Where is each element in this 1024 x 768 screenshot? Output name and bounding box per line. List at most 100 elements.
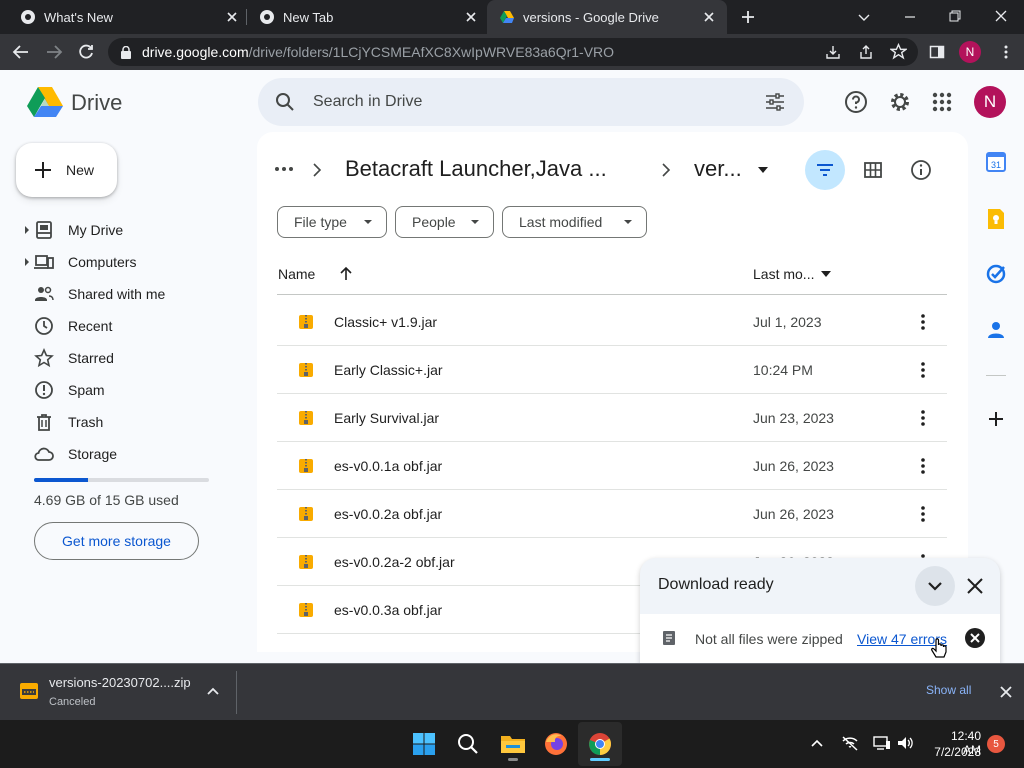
sidebar-item-spam[interactable]: Spam [22, 376, 242, 404]
network-disconnected-icon[interactable] [841, 735, 859, 751]
chip-label: People [412, 214, 456, 230]
restore-icon[interactable] [947, 8, 963, 24]
sidebar-item-shared-with-me[interactable]: Shared with me [22, 280, 242, 308]
calendar-icon[interactable]: 31 [986, 152, 1006, 172]
file-row[interactable]: Classic+ v1.9.jar Jul 1, 2023 [277, 298, 947, 346]
lock-icon [121, 46, 131, 59]
minimize-icon[interactable] [902, 9, 918, 25]
folder-menu-dropdown-icon[interactable] [757, 166, 769, 174]
close-toast-icon[interactable] [966, 577, 984, 595]
file-explorer-icon[interactable] [500, 732, 526, 756]
help-icon[interactable] [844, 90, 868, 114]
error-x-icon[interactable] [964, 627, 986, 649]
bookmark-star-icon[interactable] [890, 43, 907, 60]
close-tab-icon[interactable] [701, 9, 717, 25]
get-more-storage-button[interactable]: Get more storage [34, 522, 199, 560]
new-tab-plus-icon[interactable] [740, 9, 756, 25]
file-row[interactable]: Early Survival.jar Jun 23, 2023 [277, 394, 947, 442]
show-all-downloads-link[interactable]: Show all [926, 683, 971, 697]
share-icon[interactable] [858, 44, 874, 60]
windows-start-icon[interactable] [412, 732, 436, 756]
sidebar-item-label: Computers [68, 254, 137, 270]
more-actions-icon[interactable] [913, 456, 933, 476]
tab-whats-new[interactable]: What's New [0, 0, 246, 34]
account-avatar[interactable]: N [974, 86, 1006, 118]
file-type-filter-chip[interactable]: File type [277, 206, 387, 238]
apps-grid-icon[interactable] [931, 91, 953, 113]
grid-view-icon[interactable] [863, 160, 883, 180]
breadcrumb-more-icon[interactable] [273, 158, 295, 180]
file-row[interactable]: es-v0.0.1a obf.jar Jun 26, 2023 [277, 442, 947, 490]
dropdown-arrow-icon [471, 220, 479, 224]
collapse-toast-button[interactable] [915, 566, 955, 606]
contacts-icon[interactable] [986, 320, 1006, 340]
file-row[interactable]: es-v0.0.2a obf.jar Jun 26, 2023 [277, 490, 947, 538]
close-tab-icon[interactable] [463, 9, 479, 25]
back-arrow-icon[interactable] [12, 43, 30, 61]
sidebar-item-label: Recent [68, 318, 113, 334]
search-options-icon[interactable] [764, 92, 786, 112]
shared-icon [35, 286, 54, 301]
close-window-icon[interactable] [993, 8, 1009, 24]
taskbar-clock-date[interactable]: 7/2/2023 [931, 745, 981, 759]
show-hidden-icons-chevron-icon[interactable] [810, 738, 824, 748]
drive-logo-icon[interactable] [26, 86, 64, 118]
taskbar-search-icon[interactable] [457, 733, 479, 755]
sidebar-item-recent[interactable]: Recent [22, 312, 242, 340]
search-input[interactable]: Search in Drive [313, 93, 422, 111]
firefox-icon[interactable] [544, 732, 568, 756]
tab-versions-google-drive[interactable]: versions - Google Drive [487, 0, 727, 34]
file-row[interactable]: Early Classic+.jar 10:24 PM [277, 346, 947, 394]
volume-icon[interactable] [897, 735, 915, 751]
tab-title: What's New [44, 9, 113, 25]
column-header-last-modified[interactable]: Last mo... [753, 266, 814, 282]
people-filter-chip[interactable]: People [395, 206, 494, 238]
settings-gear-icon[interactable] [888, 90, 912, 114]
breadcrumb-parent-folder[interactable]: Betacraft Launcher,Java ... [345, 156, 607, 182]
last-modified-filter-chip[interactable]: Last modified [502, 206, 647, 238]
filter-toggle-button[interactable] [805, 150, 845, 190]
expand-caret-icon[interactable] [25, 226, 29, 234]
get-add-ons-plus-icon[interactable] [986, 409, 1006, 429]
more-actions-icon[interactable] [913, 312, 933, 332]
keep-icon[interactable] [986, 208, 1006, 230]
more-actions-icon[interactable] [913, 408, 933, 428]
sidebar-item-computers[interactable]: Computers [22, 248, 242, 276]
breadcrumb-chevron-icon [662, 163, 671, 177]
search-icon[interactable] [275, 92, 295, 112]
sort-ascending-arrow-icon[interactable] [339, 266, 353, 281]
sidebar-item-starred[interactable]: Starred [22, 344, 242, 372]
forward-arrow-icon[interactable] [45, 43, 63, 61]
install-app-icon[interactable] [825, 44, 841, 60]
side-panel-icon[interactable] [929, 44, 945, 60]
close-shelf-icon[interactable] [999, 685, 1013, 699]
tab-search-chevron-icon[interactable] [856, 9, 872, 25]
browser-profile-avatar[interactable]: N [959, 41, 981, 63]
drive-logo-text[interactable]: Drive [71, 90, 122, 116]
address-bar[interactable]: drive.google.com/drive/folders/1LCjYCSME… [108, 38, 918, 66]
breadcrumb-current-folder[interactable]: ver... [694, 156, 742, 182]
reload-icon[interactable] [77, 43, 95, 61]
new-button-label: New [66, 162, 95, 178]
more-actions-icon[interactable] [913, 504, 933, 524]
close-tab-icon[interactable] [224, 9, 240, 25]
more-actions-icon[interactable] [913, 360, 933, 380]
expand-caret-icon[interactable] [25, 258, 29, 266]
sidebar-item-trash[interactable]: Trash [22, 408, 242, 436]
file-modified-date: 10:24 PM [753, 362, 813, 378]
tasks-icon[interactable] [986, 264, 1006, 284]
file-modified-date: Jun 26, 2023 [753, 458, 834, 474]
column-dropdown-icon[interactable] [820, 270, 832, 278]
sidebar-item-storage[interactable]: Storage [22, 440, 242, 468]
more-menu-icon[interactable] [998, 44, 1014, 60]
file-modified-date: Jun 26, 2023 [753, 506, 834, 522]
file-name: es-v0.0.1a obf.jar [334, 458, 443, 474]
tab-new-tab[interactable]: New Tab [239, 0, 485, 34]
column-header-name[interactable]: Name [278, 266, 315, 282]
info-icon[interactable] [910, 159, 932, 181]
chevron-up-icon[interactable] [206, 686, 220, 696]
notification-count-badge[interactable]: 5 [987, 735, 1005, 753]
new-button[interactable]: New [16, 143, 117, 197]
display-icon[interactable] [873, 735, 891, 751]
sidebar-item-my-drive[interactable]: My Drive [22, 216, 242, 244]
